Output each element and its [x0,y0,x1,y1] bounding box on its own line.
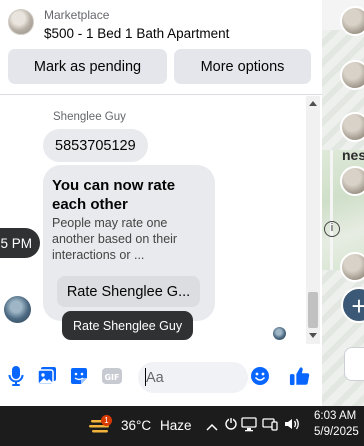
rate-user-button[interactable]: Rate Shenglee G... [57,276,200,307]
map-road [330,150,333,270]
display-icon[interactable] [262,416,278,437]
contact-avatar[interactable] [340,6,364,36]
contact-avatar[interactable] [340,252,364,282]
photo-icon[interactable] [36,365,58,387]
background-window-strip: nest [322,0,364,406]
contact-avatar[interactable] [340,112,364,142]
sticker-icon[interactable] [68,365,90,387]
text-caret [145,368,146,386]
sender-name: Shenglee Guy [53,111,126,123]
rate-tooltip: Rate Shenglee Guy [62,311,194,340]
header-divider [0,94,322,95]
contact-avatar[interactable] [340,60,364,90]
emoji-icon[interactable] [249,365,271,387]
weather-condition-text[interactable]: Haze [160,418,192,433]
map-partial-text: nest [342,147,364,163]
timestamp-tooltip: 5 PM [0,228,40,258]
scroll-up-arrow-icon[interactable] [309,101,317,106]
message-bubble[interactable]: 5853705129 [43,129,148,162]
info-icon[interactable]: i [324,221,340,237]
listing-thumbnail[interactable] [8,9,34,35]
contact-avatar[interactable] [340,166,364,196]
tray-app-icon[interactable] [224,417,238,436]
sender-avatar[interactable] [4,296,31,323]
chevron-up-icon[interactable] [206,419,218,437]
scroll-down-arrow-icon[interactable] [309,333,317,338]
message-input[interactable]: Aa [138,362,248,393]
rating-card-body: People may rate one another based on the… [52,216,178,262]
more-options-button[interactable]: More options [174,49,311,84]
microphone-icon[interactable] [5,365,27,387]
gif-icon[interactable]: GIF [101,365,123,387]
thumbs-up-icon[interactable] [289,365,311,387]
clock-date[interactable]: 5/9/2025 [314,426,359,438]
rating-card-title: You can now rate each other [52,177,176,213]
speaker-icon[interactable] [283,416,301,437]
weather-alert-badge: 1 [101,415,112,426]
scrollbar-thumb[interactable] [308,292,318,328]
compose-button[interactable] [344,347,364,381]
marketplace-label: Marketplace [44,8,110,22]
mark-as-pending-button[interactable]: Mark as pending [8,49,167,84]
clock-time[interactable]: 6:03 AM [314,410,356,422]
read-receipt-avatar [273,327,286,340]
listing-title[interactable]: $500 - 1 Bed 1 Bath Apartment [44,26,229,41]
svg-text:GIF: GIF [104,373,119,382]
network-icon[interactable] [241,416,257,437]
temperature-text[interactable]: 36°C [121,418,151,433]
